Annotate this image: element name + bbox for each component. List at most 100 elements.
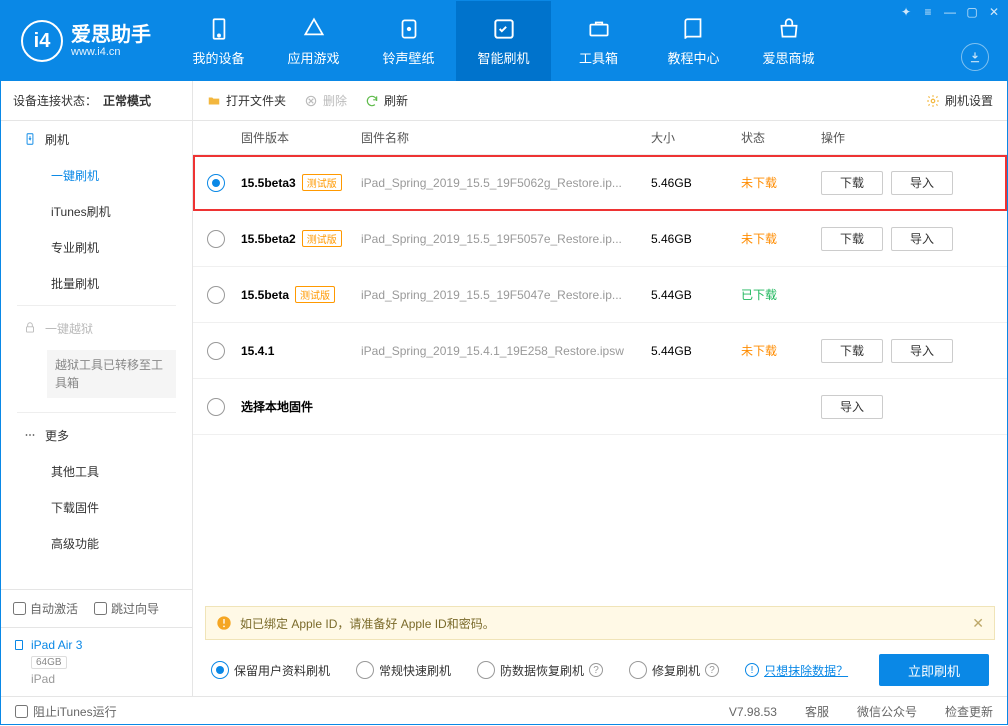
help-icon[interactable]: ? (589, 663, 603, 677)
version-label: V7.98.53 (729, 705, 777, 719)
nav-tab-flash[interactable]: 智能刷机 (456, 1, 551, 81)
firmware-status: 未下载 (741, 230, 821, 247)
menu-icon[interactable]: ≡ (921, 5, 935, 19)
window-controls: ✦ ≡ — ▢ ✕ (899, 5, 1001, 19)
download-button[interactable]: 下载 (821, 339, 883, 363)
customer-service-link[interactable]: 客服 (805, 703, 829, 720)
nav-tabs: 我的设备 应用游戏 铃声壁纸 智能刷机 工具箱 教程中心 爱思商城 (171, 1, 1007, 81)
firmware-row[interactable]: 15.5beta3测试版iPad_Spring_2019_15.5_19F506… (193, 155, 1007, 211)
maximize-icon[interactable]: ▢ (965, 5, 979, 19)
beta-tag: 测试版 (295, 286, 335, 303)
logo-icon: i4 (21, 20, 63, 62)
main: 打开文件夹 删除 刷新 刷机设置 固件版本 固件名称 大小 状态 操作 15.5… (193, 81, 1007, 696)
download-button[interactable]: 下载 (821, 227, 883, 251)
firmware-size: 5.44GB (651, 344, 741, 358)
firmware-version: 15.5beta2测试版 (241, 230, 361, 247)
erase-link[interactable]: !只想抹除数据？ (745, 662, 848, 679)
sidebar-item-itunes[interactable]: iTunes刷机 (1, 193, 192, 229)
firmware-row[interactable]: 选择本地固件导入 (193, 379, 1007, 435)
firmware-row[interactable]: 15.5beta测试版iPad_Spring_2019_15.5_19F5047… (193, 267, 1007, 323)
import-button[interactable]: 导入 (891, 339, 953, 363)
open-folder-button[interactable]: 打开文件夹 (207, 92, 286, 109)
flash-opt-repair[interactable]: 修复刷机? (629, 661, 719, 679)
download-manager-icon[interactable] (961, 43, 989, 71)
wechat-link[interactable]: 微信公众号 (857, 703, 917, 720)
flash-options: 保留用户资料刷机 常规快速刷机 防数据恢复刷机? 修复刷机? !只想抹除数据？ … (193, 644, 1007, 696)
sidebar-item-pro[interactable]: 专业刷机 (1, 229, 192, 265)
nav-tab-device[interactable]: 我的设备 (171, 1, 266, 81)
device-info: iPad Air 3 64GB iPad (1, 627, 192, 696)
firmware-name: iPad_Spring_2019_15.4.1_19E258_Restore.i… (361, 344, 651, 358)
download-button[interactable]: 下载 (821, 171, 883, 195)
toolbar: 打开文件夹 删除 刷新 刷机设置 (193, 81, 1007, 121)
import-button[interactable]: 导入 (821, 395, 883, 419)
info-icon: ! (745, 663, 759, 677)
nav-tab-tutorial[interactable]: 教程中心 (646, 1, 741, 81)
sidebar-item-other[interactable]: 其他工具 (1, 453, 192, 489)
nav-tab-apps[interactable]: 应用游戏 (266, 1, 361, 81)
radio-select[interactable] (207, 286, 225, 304)
brand-cn: 爱思助手 (71, 24, 151, 46)
firmware-size: 5.46GB (651, 232, 741, 246)
close-warning-icon[interactable]: ✕ (972, 615, 984, 632)
radio-select[interactable] (207, 398, 225, 416)
sidebar-item-oneclick[interactable]: 一键刷机 (1, 157, 192, 193)
import-button[interactable]: 导入 (891, 171, 953, 195)
firmware-size: 5.46GB (651, 176, 741, 190)
firmware-size: 5.44GB (651, 288, 741, 302)
firmware-version: 15.5beta3测试版 (241, 174, 361, 191)
nav-tab-store[interactable]: 爱思商城 (741, 1, 836, 81)
flash-settings-button[interactable]: 刷机设置 (926, 92, 993, 109)
brand-en: www.i4.cn (71, 46, 151, 58)
delete-button: 删除 (304, 92, 347, 109)
divider (17, 305, 176, 306)
sidebar-flash[interactable]: 刷机 (1, 121, 192, 157)
flash-opt-keep[interactable]: 保留用户资料刷机 (211, 661, 330, 679)
minimize-icon[interactable]: — (943, 5, 957, 19)
help-icon[interactable]: ? (705, 663, 719, 677)
col-ops: 操作 (821, 129, 993, 146)
firmware-status: 未下载 (741, 342, 821, 359)
firmware-status: 未下载 (741, 174, 821, 191)
firmware-row[interactable]: 15.5beta2测试版iPad_Spring_2019_15.5_19F505… (193, 211, 1007, 267)
auto-activate-checkbox[interactable]: 自动激活 (13, 600, 78, 617)
firmware-name: iPad_Spring_2019_15.5_19F5062g_Restore.i… (361, 176, 651, 190)
nav-tab-toolbox[interactable]: 工具箱 (551, 1, 646, 81)
block-itunes-checkbox[interactable]: 阻止iTunes运行 (15, 703, 117, 720)
settings-icon[interactable]: ✦ (899, 5, 913, 19)
firmware-name: iPad_Spring_2019_15.5_19F5047e_Restore.i… (361, 288, 651, 302)
jailbreak-note: 越狱工具已转移至工具箱 (47, 350, 176, 398)
firmware-version: 15.4.1 (241, 344, 361, 358)
flash-now-button[interactable]: 立即刷机 (879, 654, 989, 686)
logo: i4 爱思助手 www.i4.cn (1, 1, 171, 81)
firmware-version: 15.5beta测试版 (241, 286, 361, 303)
col-version: 固件版本 (241, 129, 361, 146)
statusbar: 阻止iTunes运行 V7.98.53 客服 微信公众号 检查更新 (1, 696, 1007, 726)
connect-status: 设备连接状态： 正常模式 (1, 81, 192, 121)
import-button[interactable]: 导入 (891, 227, 953, 251)
col-status: 状态 (741, 129, 821, 146)
sidebar-item-batch[interactable]: 批量刷机 (1, 265, 192, 301)
flash-opt-normal[interactable]: 常规快速刷机 (356, 661, 451, 679)
firmware-list: 15.5beta3测试版iPad_Spring_2019_15.5_19F506… (193, 155, 1007, 435)
flash-opt-antirec[interactable]: 防数据恢复刷机? (477, 661, 603, 679)
close-icon[interactable]: ✕ (987, 5, 1001, 19)
sidebar-more[interactable]: 更多 (1, 417, 192, 453)
sidebar-item-download[interactable]: 下载固件 (1, 489, 192, 525)
device-name[interactable]: iPad Air 3 (13, 638, 180, 652)
firmware-name: iPad_Spring_2019_15.5_19F5057e_Restore.i… (361, 232, 651, 246)
nav-tab-ringtone[interactable]: 铃声壁纸 (361, 1, 456, 81)
column-headers: 固件版本 固件名称 大小 状态 操作 (193, 121, 1007, 155)
sidebar-item-advanced[interactable]: 高级功能 (1, 525, 192, 561)
firmware-row[interactable]: 15.4.1iPad_Spring_2019_15.4.1_19E258_Res… (193, 323, 1007, 379)
radio-select[interactable] (207, 174, 225, 192)
skip-guide-checkbox[interactable]: 跳过向导 (94, 600, 159, 617)
check-update-link[interactable]: 检查更新 (945, 703, 993, 720)
refresh-button[interactable]: 刷新 (365, 92, 408, 109)
warning-bar: 如已绑定 Apple ID，请准备好 Apple ID和密码。 ✕ (205, 606, 995, 640)
firmware-status: 已下载 (741, 286, 821, 303)
radio-select[interactable] (207, 230, 225, 248)
col-size: 大小 (651, 129, 741, 146)
body: 设备连接状态： 正常模式 刷机 一键刷机 iTunes刷机 专业刷机 批量刷机 … (1, 81, 1007, 696)
radio-select[interactable] (207, 342, 225, 360)
